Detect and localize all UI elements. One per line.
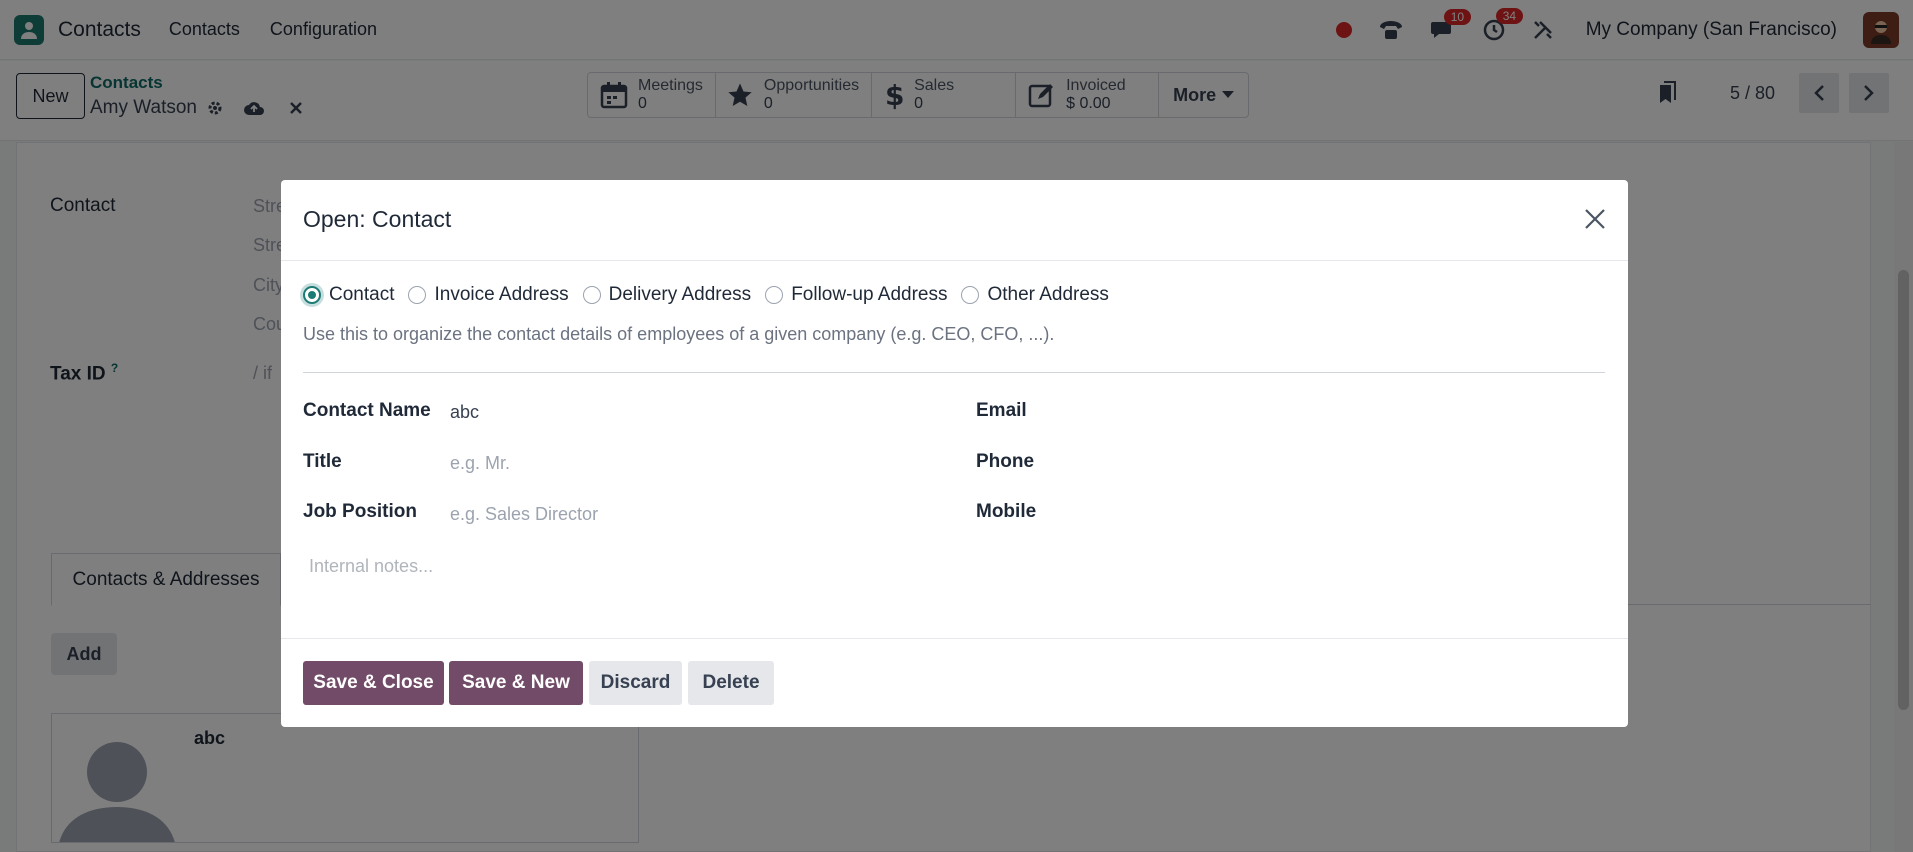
- radio-label: Other Address: [987, 284, 1109, 305]
- job-position-label: Job Position: [303, 501, 417, 522]
- radio-button[interactable]: [765, 286, 784, 304]
- discard-button[interactable]: Discard: [589, 661, 682, 705]
- internal-notes-field[interactable]: Internal notes...: [309, 556, 433, 577]
- radio-button-checked[interactable]: [303, 286, 321, 304]
- title-label: Title: [303, 451, 342, 472]
- radio-label: Delivery Address: [608, 284, 752, 305]
- title-input[interactable]: e.g. Mr.: [450, 453, 510, 474]
- open-contact-dialog: Open: Contact Contact Invoice Address De…: [281, 180, 1628, 727]
- radio-button[interactable]: [961, 286, 980, 304]
- mobile-label: Mobile: [976, 501, 1037, 522]
- email-label: Email: [976, 400, 1027, 421]
- radio-follow-up-address[interactable]: Follow-up Address: [765, 284, 947, 306]
- radio-invoice-address[interactable]: Invoice Address: [408, 284, 569, 306]
- save-close-button[interactable]: Save & Close: [303, 661, 444, 705]
- radio-label: Contact: [329, 284, 395, 305]
- radio-button[interactable]: [408, 286, 427, 304]
- dialog-header: Open: Contact: [281, 180, 1628, 261]
- contact-name-input[interactable]: abc: [450, 402, 479, 423]
- close-icon: [1585, 209, 1605, 229]
- delete-button[interactable]: Delete: [688, 661, 774, 705]
- dialog-title: Open: Contact: [303, 206, 452, 232]
- save-new-button[interactable]: Save & New: [449, 661, 583, 705]
- divider: [303, 372, 1605, 373]
- radio-label: Invoice Address: [434, 284, 569, 305]
- contact-name-label: Contact Name: [303, 400, 431, 421]
- address-type-help: Use this to organize the contact details…: [303, 324, 1055, 344]
- close-dialog-button[interactable]: [1580, 204, 1610, 234]
- radio-delivery-address[interactable]: Delivery Address: [582, 284, 752, 306]
- address-type-radios: Contact Invoice Address Delivery Address…: [303, 284, 1109, 306]
- radio-label: Follow-up Address: [791, 284, 948, 305]
- radio-other-address[interactable]: Other Address: [961, 284, 1109, 306]
- dialog-footer: Save & Close Save & New Discard Delete: [281, 638, 1628, 727]
- job-position-input[interactable]: e.g. Sales Director: [450, 504, 598, 525]
- radio-contact[interactable]: Contact: [303, 284, 394, 306]
- radio-button[interactable]: [582, 286, 601, 304]
- phone-label: Phone: [976, 451, 1035, 472]
